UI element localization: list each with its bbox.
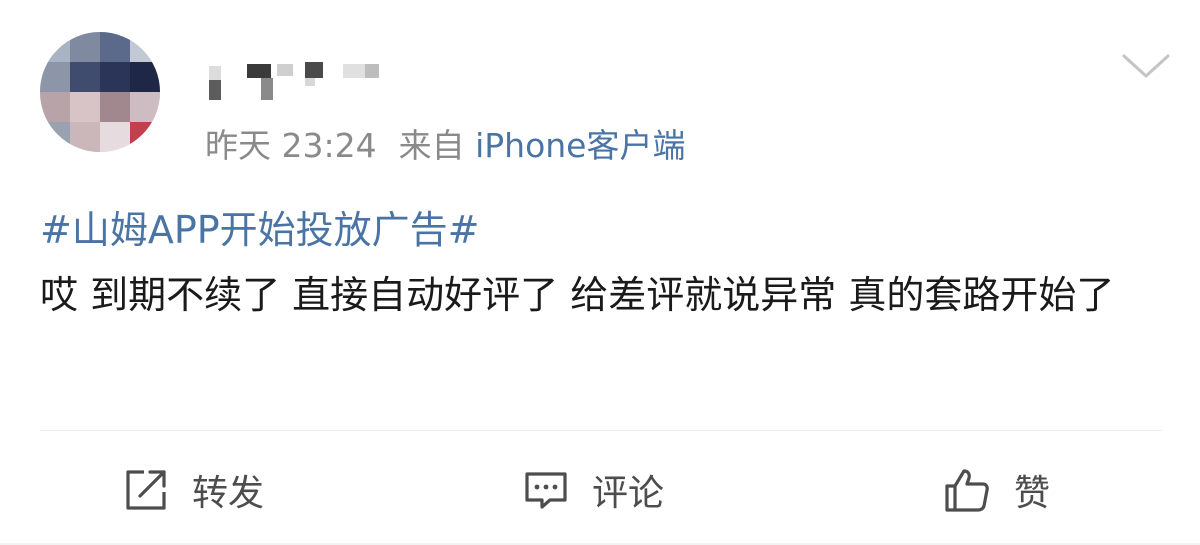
comment-icon: [525, 472, 567, 509]
thumbs-up-icon: [945, 469, 989, 512]
post-meta: 昨天 23:24 来自 iPhone客户端: [205, 126, 686, 166]
post-content: #山姆APP开始投放广告# 哎 到期不续了 直接自动好评了 给差评就说异常 真的…: [40, 198, 1170, 328]
chevron-down-icon: [1122, 54, 1170, 78]
more-options-button[interactable]: [1118, 48, 1174, 82]
username-mosaic: [209, 62, 379, 100]
like-label: 赞: [1014, 473, 1051, 514]
post-source[interactable]: iPhone客户端: [475, 126, 685, 165]
divider: [40, 430, 1162, 431]
comment-button[interactable]: 评论: [522, 458, 664, 522]
avatar[interactable]: [40, 32, 160, 152]
like-button[interactable]: 赞: [942, 458, 1050, 522]
topic-hashtag[interactable]: #山姆APP开始投放广告#: [40, 198, 1170, 263]
post-body: 哎 到期不续了 直接自动好评了 给差评就说异常 真的套路开始了: [40, 273, 1115, 317]
repost-label: 转发: [192, 473, 265, 514]
comment-label: 评论: [592, 473, 665, 514]
source-prefix: 来自: [398, 126, 465, 165]
weibo-post-card: 昨天 23:24 来自 iPhone客户端 #山姆APP开始投放广告# 哎 到期不…: [0, 0, 1200, 545]
repost-icon: [126, 470, 166, 510]
username-obscured[interactable]: [205, 60, 385, 104]
avatar-mosaic: [40, 32, 160, 152]
post-time: 昨天 23:24: [205, 126, 377, 165]
repost-button[interactable]: 转发: [122, 458, 264, 522]
